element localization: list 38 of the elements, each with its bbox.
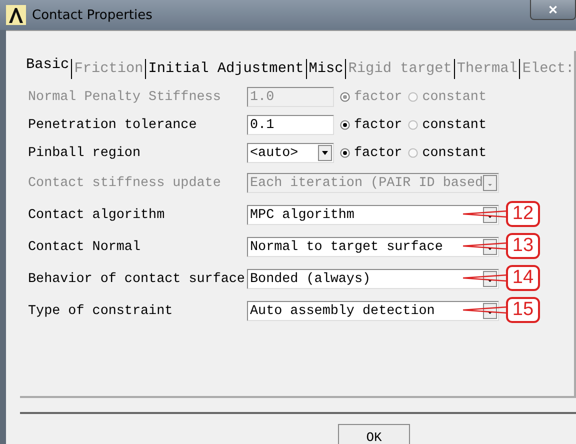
field-label: Penetration tolerance: [28, 118, 198, 132]
leader-line: [463, 241, 507, 251]
field-label: Pinball region: [28, 146, 142, 160]
callout-number: 12: [506, 201, 540, 227]
dropdown[interactable]: Bonded (always): [247, 269, 499, 289]
field-label: Contact Normal: [28, 240, 142, 254]
tab[interactable]: Basic: [20, 55, 72, 79]
radio-label: factor: [354, 118, 402, 132]
window-title: Contact Properties: [32, 8, 154, 22]
radio-label: factor: [354, 146, 402, 160]
field-label: Behavior of contact surface: [28, 272, 246, 286]
callout-number: 14: [506, 265, 540, 291]
radio-button[interactable]: [340, 120, 350, 130]
radio-button[interactable]: [408, 120, 418, 130]
radio-label: constant: [422, 146, 487, 160]
ok-button[interactable]: OK: [338, 424, 410, 444]
leader-line: [463, 273, 507, 283]
input-field[interactable]: 0.1: [247, 115, 334, 135]
field-label: Contact stiffness update: [28, 176, 222, 190]
field-label: Normal Penalty Stiffness: [28, 90, 222, 104]
dropdown[interactable]: Normal to target surface: [247, 237, 499, 257]
dropdown[interactable]: Auto assembly detection: [247, 301, 499, 321]
tab[interactable]: Initial Adjustment: [145, 59, 306, 79]
leader-line: [463, 209, 507, 219]
radio-button[interactable]: [340, 148, 350, 158]
field-label: Contact algorithm: [28, 208, 166, 222]
app-logo-icon: [6, 5, 26, 25]
leader-line: [463, 305, 507, 315]
radio-label: constant: [422, 90, 487, 104]
radio-label: factor: [354, 90, 402, 104]
radio-label: constant: [422, 118, 487, 132]
dropdown[interactable]: <auto>: [247, 143, 334, 163]
callout-number: 13: [506, 233, 540, 259]
radio-button[interactable]: [408, 148, 418, 158]
tab[interactable]: Misc: [306, 59, 346, 79]
field-label: Type of constraint: [28, 304, 174, 318]
dropdown[interactable]: MPC algorithm: [247, 205, 499, 225]
callout-number: 15: [506, 297, 540, 323]
